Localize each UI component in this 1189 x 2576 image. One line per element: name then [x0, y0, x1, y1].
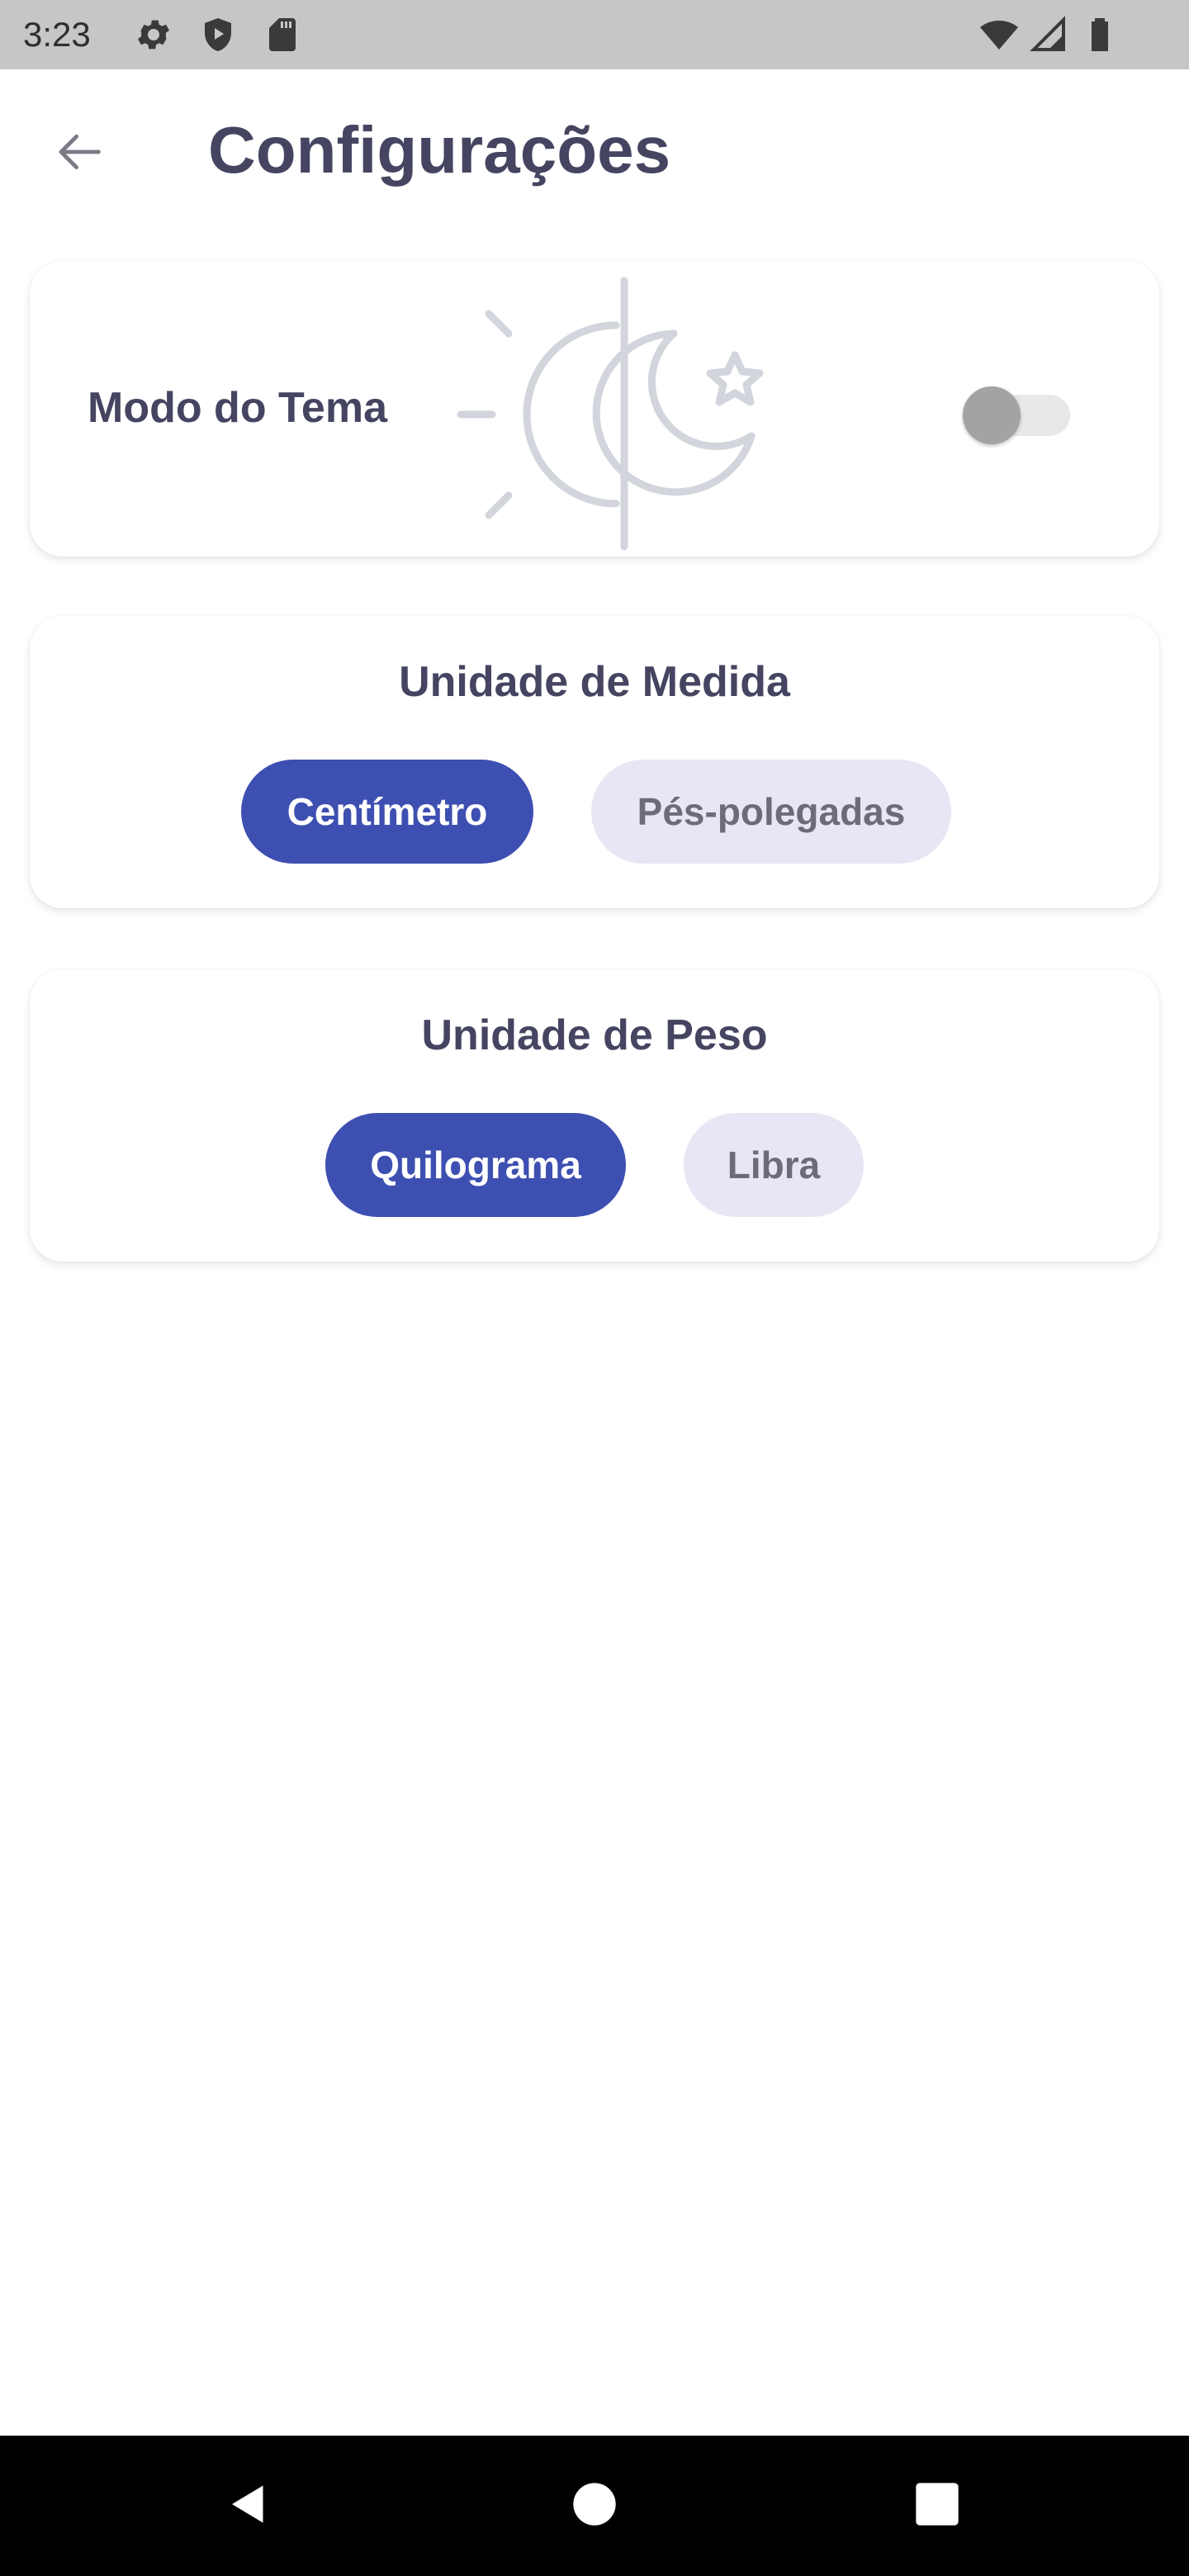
battery-icon [1080, 15, 1120, 54]
weight-unit-heading: Unidade de Peso [421, 1011, 768, 1059]
nav-back-button[interactable] [211, 2469, 286, 2543]
theme-mode-label: Modo do Tema [88, 384, 388, 432]
status-bar: 3:23 [0, 0, 1189, 69]
settings-gear-icon [134, 15, 173, 54]
theme-mode-card: Modo do Tema [30, 261, 1159, 556]
wifi-icon [979, 15, 1019, 54]
nav-home-icon [571, 2481, 618, 2531]
status-time: 3:23 [23, 15, 91, 54]
app-bar: Configurações [0, 69, 1189, 231]
toggle-thumb [963, 386, 1021, 444]
back-button[interactable] [46, 119, 116, 188]
shield-play-icon [198, 15, 238, 54]
sun-moon-star-icon [452, 266, 783, 555]
feet-inches-chip[interactable]: Pés-polegadas [591, 760, 951, 864]
arrow-back-icon [54, 125, 107, 182]
kilogram-chip[interactable]: Quilograma [325, 1113, 626, 1217]
nav-recents-button[interactable] [900, 2469, 974, 2543]
measure-unit-heading: Unidade de Medida [399, 658, 790, 706]
cellular-signal-icon [1029, 15, 1068, 54]
sd-card-icon [263, 15, 302, 54]
system-nav-bar [0, 2436, 1189, 2576]
nav-back-icon [224, 2479, 273, 2533]
page-title: Configurações [208, 113, 671, 187]
pound-chip[interactable]: Libra [684, 1113, 864, 1217]
centimeter-chip[interactable]: Centímetro [241, 760, 533, 864]
theme-mode-toggle[interactable] [963, 376, 1073, 444]
nav-home-button[interactable] [557, 2469, 632, 2543]
weight-unit-card: Unidade de Peso Quilograma Libra [30, 969, 1159, 1262]
nav-recents-icon [914, 2481, 960, 2531]
settings-screen: 3:23 Configurações Modo do Tema Unidade … [0, 0, 1189, 2576]
measure-unit-card: Unidade de Medida Centímetro Pés-polegad… [30, 616, 1159, 908]
